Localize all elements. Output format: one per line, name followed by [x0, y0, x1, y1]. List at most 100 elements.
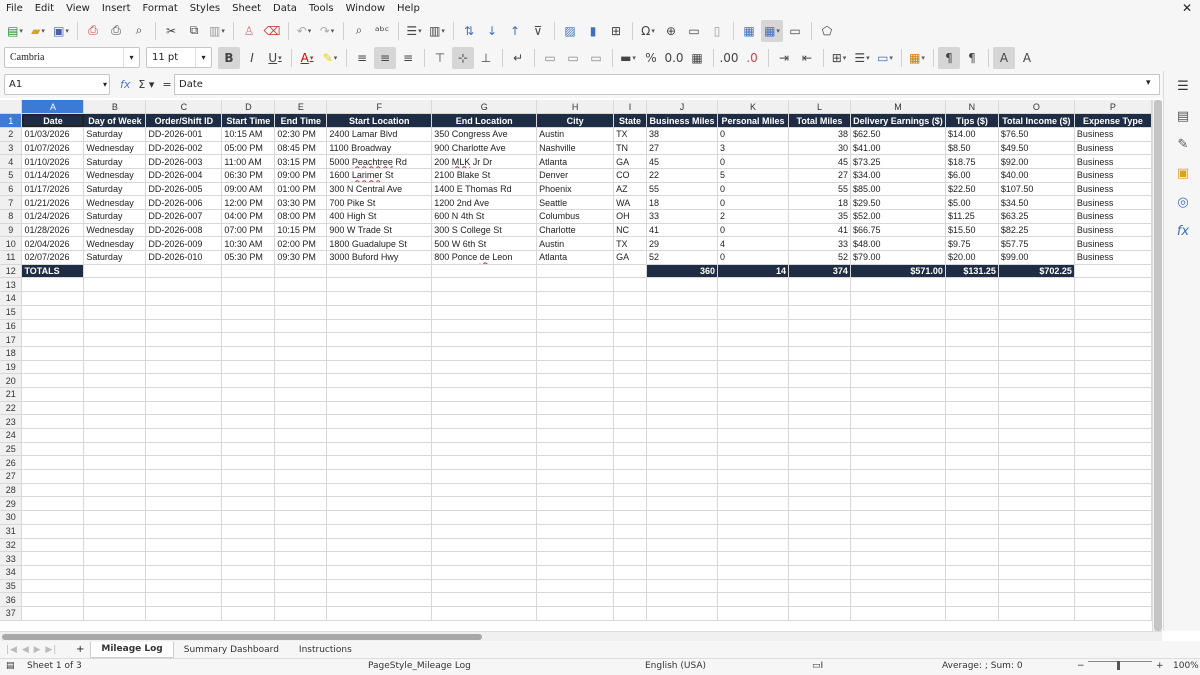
empty-cell[interactable] [850, 606, 946, 621]
empty-cell[interactable] [274, 373, 328, 388]
empty-cell[interactable] [326, 373, 433, 388]
column-header-m[interactable]: M [850, 100, 946, 115]
data-cell[interactable]: 22 [646, 168, 719, 183]
empty-cell[interactable] [998, 455, 1075, 471]
empty-cell[interactable] [1074, 579, 1152, 594]
data-cell[interactable]: DD-2026-004 [145, 168, 223, 183]
data-cell[interactable]: Business [1074, 141, 1152, 156]
row-header[interactable]: 27 [0, 469, 23, 484]
data-cell[interactable]: 45 [646, 154, 719, 169]
totals-label[interactable]: TOTALS [21, 264, 85, 279]
empty-cell[interactable] [274, 510, 328, 525]
comment-icon[interactable]: ▭ [683, 20, 705, 42]
empty-cell[interactable] [998, 319, 1075, 334]
empty-cell[interactable] [221, 524, 276, 539]
empty-cell[interactable] [21, 469, 85, 484]
menu-sheet[interactable]: Sheet [226, 0, 267, 17]
data-cell[interactable]: 18 [788, 195, 851, 210]
data-cell[interactable]: $29.50 [850, 195, 946, 210]
empty-cell[interactable] [83, 428, 147, 443]
header-cell[interactable]: Tips ($) [945, 113, 999, 128]
empty-cell[interactable] [850, 579, 946, 594]
empty-cell[interactable] [536, 565, 615, 580]
data-cell[interactable]: Saturday [83, 182, 147, 197]
empty-cell[interactable] [145, 496, 223, 512]
data-cell[interactable]: 02:30 PM [274, 127, 328, 142]
empty-cell[interactable] [21, 291, 85, 306]
row-header[interactable]: 32 [0, 538, 23, 553]
empty-cell[interactable] [431, 524, 538, 539]
empty-cell[interactable] [717, 565, 789, 580]
empty-cell[interactable] [536, 319, 615, 334]
undo-icon[interactable]: ↶ [293, 20, 315, 42]
empty-cell[interactable] [536, 592, 615, 607]
header-cell[interactable]: City [536, 113, 615, 128]
selection-mode-icon[interactable]: ▭I [812, 661, 823, 671]
empty-cell[interactable] [274, 606, 328, 621]
empty-cell[interactable] [21, 455, 85, 471]
empty-cell[interactable] [326, 291, 433, 306]
empty-cell[interactable] [945, 606, 999, 621]
empty-cell[interactable] [145, 469, 223, 484]
header-cell[interactable]: Total Income ($) [998, 113, 1075, 128]
empty-cell[interactable] [850, 373, 946, 388]
empty-cell[interactable] [83, 360, 147, 375]
empty-cell[interactable] [221, 428, 276, 443]
empty-cell[interactable] [145, 291, 223, 306]
empty-cell[interactable] [83, 332, 147, 347]
empty-cell[interactable] [788, 332, 851, 347]
header-cell[interactable]: State [613, 113, 648, 128]
row-header[interactable]: 8 [0, 209, 23, 224]
empty-cell[interactable] [21, 524, 85, 539]
data-cell[interactable]: Nashville [536, 141, 615, 156]
column-header-a[interactable]: A [21, 100, 85, 115]
row-header[interactable]: 26 [0, 455, 23, 471]
empty-cell[interactable] [326, 264, 433, 279]
empty-cell[interactable] [788, 401, 851, 416]
data-cell[interactable]: 02:00 PM [274, 236, 328, 252]
empty-cell[interactable] [945, 565, 999, 580]
data-cell[interactable]: 18 [646, 195, 719, 210]
pivot-table-icon[interactable]: ⊞ [605, 20, 627, 42]
empty-cell[interactable] [536, 360, 615, 375]
empty-cell[interactable] [221, 264, 276, 279]
data-cell[interactable]: 33 [646, 209, 719, 224]
empty-cell[interactable] [717, 414, 789, 429]
data-cell[interactable]: NC [613, 223, 648, 238]
data-cell[interactable]: 52 [646, 250, 719, 265]
data-cell[interactable]: 02/07/2026 [21, 250, 85, 265]
row-header[interactable]: 9 [0, 223, 23, 238]
total-cell[interactable]: 14 [717, 264, 789, 279]
empty-cell[interactable] [646, 360, 719, 375]
data-cell[interactable]: 03:30 PM [274, 195, 328, 210]
empty-cell[interactable] [788, 387, 851, 402]
chevron-down-icon[interactable]: ▾ [103, 80, 107, 89]
empty-cell[interactable] [221, 305, 276, 320]
empty-cell[interactable] [717, 387, 789, 402]
empty-cell[interactable] [21, 332, 85, 347]
clone-formatting-icon[interactable]: ♙ [238, 20, 260, 42]
empty-cell[interactable] [646, 551, 719, 566]
header-cell[interactable]: Start Time [221, 113, 276, 128]
empty-cell[interactable] [945, 524, 999, 539]
empty-cell[interactable] [850, 332, 946, 347]
column-header-k[interactable]: K [717, 100, 789, 115]
header-cell[interactable]: Order/Shift ID [145, 113, 223, 128]
empty-cell[interactable] [788, 277, 851, 293]
empty-cell[interactable] [145, 428, 223, 443]
empty-cell[interactable] [945, 469, 999, 484]
header-cell[interactable]: Expense Type [1074, 113, 1152, 128]
data-cell[interactable]: $9.75 [945, 236, 999, 252]
empty-cell[interactable] [613, 496, 648, 512]
empty-cell[interactable] [83, 524, 147, 539]
empty-cell[interactable] [945, 373, 999, 388]
empty-cell[interactable] [431, 373, 538, 388]
empty-cell[interactable] [274, 387, 328, 402]
empty-cell[interactable] [1074, 455, 1152, 471]
empty-cell[interactable] [274, 496, 328, 512]
empty-cell[interactable] [1074, 592, 1152, 607]
zoom-in-icon[interactable]: + [1156, 661, 1164, 671]
column-header-n[interactable]: N [945, 100, 999, 115]
empty-cell[interactable] [1074, 483, 1152, 498]
gallery-icon[interactable]: ▣ [1174, 164, 1192, 182]
